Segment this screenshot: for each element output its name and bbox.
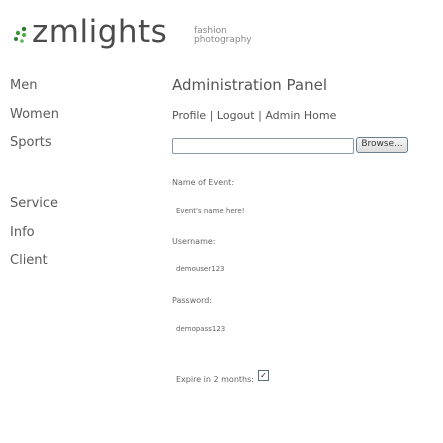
sidebar-item-men[interactable]: Men [10,78,37,93]
password-label: Password: [172,296,213,305]
browse-button[interactable]: Browse... [356,137,408,153]
expire-label: Expire in 2 months: [176,375,254,384]
file-path-field[interactable] [172,138,354,154]
logo-tagline: fashion photography [194,27,252,45]
username-input[interactable]: demouser123 [176,265,224,273]
page-title: Administration Panel [172,76,327,94]
tagline-line2: photography [194,35,252,45]
sidebar-item-service[interactable]: Service [10,196,58,211]
sidebar-item-info[interactable]: Info [10,225,35,240]
event-name-input[interactable]: Event's name here! [176,207,245,215]
checkmark-icon: ✓ [260,371,267,380]
nav-separator: | [258,109,262,122]
admin-nav: Profile | Logout | Admin Home [172,109,336,122]
expire-checkbox[interactable]: ✓ [258,370,269,381]
sidebar-item-sports[interactable]: Sports [10,135,52,150]
logo-wordmark: zmlights [32,14,168,50]
profile-link[interactable]: Profile [172,109,206,122]
logout-link[interactable]: Logout [217,109,255,122]
password-input[interactable]: demopass123 [176,325,225,333]
nav-separator: | [209,109,214,122]
event-name-label: Name of Event: [172,178,235,187]
username-label: Username: [172,237,216,246]
sidebar-item-women[interactable]: Women [10,107,59,122]
sidebar-item-client[interactable]: Client [10,253,48,268]
admin-home-link[interactable]: Admin Home [265,109,336,122]
leaf-dots-icon [14,26,27,43]
logo[interactable]: zmlights fashion photography [10,10,330,56]
